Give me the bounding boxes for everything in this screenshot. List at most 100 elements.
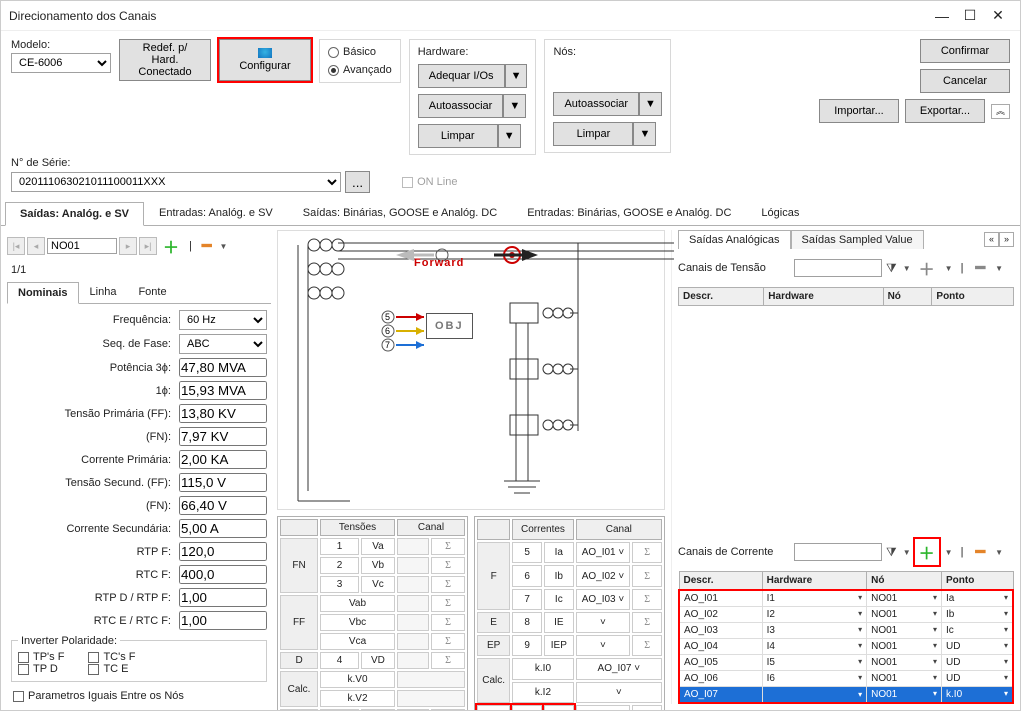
subtab-fonte[interactable]: Fonte [127, 281, 177, 303]
table-row: AO_I03I3NO01Ic [679, 623, 1013, 639]
tsfn-label: (FN): [11, 500, 175, 512]
nos-limpar-dropdown[interactable]: ▼ [633, 122, 656, 146]
basico-radio[interactable]: Básico [328, 46, 392, 58]
tce-checkbox[interactable]: TC E [88, 663, 135, 675]
hw-limpar-button[interactable]: Limpar [418, 124, 498, 148]
node-sep-icon: | [185, 239, 196, 253]
rtpd-input[interactable] [179, 588, 267, 607]
nos-autoassociar-button[interactable]: Autoassociar [553, 92, 639, 116]
hard-icon [258, 48, 272, 58]
minimize-button[interactable]: — [928, 8, 956, 24]
nos-autoassociar-dropdown[interactable]: ▼ [639, 92, 662, 116]
redef-hard-button[interactable]: Redef. p/ Hard. Conectado [119, 39, 211, 81]
tcsf-checkbox[interactable]: TC's F [88, 651, 135, 663]
maximize-button[interactable]: ☐ [956, 7, 984, 24]
serie-ellipsis-button[interactable]: ... [345, 171, 370, 193]
tab-saidas-binarias[interactable]: Saídas: Binárias, GOOSE e Analóg. DC [288, 201, 512, 225]
tab-saidas-analog[interactable]: Saídas: Analóg. e SV [5, 202, 144, 226]
tpfn-label: (FN): [11, 431, 175, 443]
cp-input[interactable] [179, 450, 267, 469]
hw-autoassociar-dropdown[interactable]: ▼ [503, 94, 526, 118]
adequar-button[interactable]: Adequar I/Os [418, 64, 505, 88]
hardware-label: Hardware: [418, 46, 528, 58]
table-row: AO_I06I6NO01UD [679, 671, 1013, 687]
corrente-label: Canais de Corrente [678, 546, 790, 558]
tpfn-input[interactable] [179, 427, 267, 446]
serie-select[interactable]: 020111063021011100011XXX [11, 172, 341, 192]
corrente-add-icon[interactable]: ＋ [915, 539, 939, 565]
importar-button[interactable]: Importar... [819, 99, 899, 123]
tab-entradas-analog[interactable]: Entradas: Analóg. e SV [144, 201, 288, 225]
tpd-checkbox[interactable]: TP D [18, 663, 64, 675]
nav-first-button[interactable]: |◂ [7, 237, 25, 255]
corrente-del-icon[interactable]: ━ [971, 541, 989, 563]
tensao-filter-input[interactable] [794, 259, 882, 277]
hw-limpar-dropdown[interactable]: ▼ [498, 124, 521, 148]
tpsf-checkbox[interactable]: TP's F [18, 651, 64, 663]
tensoes-table: TensõesCanal FN1VaΣ 2VbΣ 3VcΣ FFVabΣ Vbc… [277, 516, 468, 710]
nav-next-button[interactable]: ▸ [119, 237, 137, 255]
param-iguais-checkbox[interactable]: Parametros Iguais Entre os Nós [7, 686, 271, 706]
tsff-label: Tensão Secund. (FF): [11, 477, 175, 489]
correntes-table: CorrentesCanal F5IaAO_I01 ˅Σ 6IbAO_I02 ˅… [474, 516, 665, 710]
configurar-button[interactable]: Configurar [219, 39, 311, 81]
tensao-label: Canais de Tensão [678, 262, 790, 274]
seq-label: Seq. de Fase: [11, 338, 175, 350]
serie-label: N° de Série: [11, 157, 457, 169]
hw-autoassociar-button[interactable]: Autoassociar [418, 94, 504, 118]
rtab-scroll-left[interactable]: « [984, 232, 999, 247]
rtpf-input[interactable] [179, 542, 267, 561]
node-del-icon[interactable]: ━ [198, 235, 216, 257]
online-checkbox: ON Line [402, 176, 457, 188]
rtab-saidas-sampled[interactable]: Saídas Sampled Value [791, 230, 924, 249]
tensao-del-icon[interactable]: ━ [971, 257, 989, 279]
node-add-icon[interactable]: ＋ [159, 233, 183, 259]
exportar-button[interactable]: Exportar... [905, 99, 985, 123]
window-title: Direcionamento dos Canais [9, 9, 928, 23]
table-row: AO_I02I2NO01Ib [679, 607, 1013, 623]
tensao-filter-icon[interactable]: ⧩ [886, 261, 897, 276]
rtpd-label: RTP D / RTP F: [11, 592, 175, 604]
rtce-label: RTC E / RTC F: [11, 615, 175, 627]
nos-limpar-button[interactable]: Limpar [553, 122, 633, 146]
freq-select[interactable]: 60 Hz [179, 310, 267, 330]
corrente-table[interactable]: Descr.HardwareNóPonto AO_I01I1NO01Ia AO_… [678, 571, 1014, 704]
rtpf-label: RTP F: [11, 546, 175, 558]
node-dropdown-icon[interactable] [218, 240, 228, 252]
corrente-filter-icon[interactable]: ⧩ [886, 545, 897, 560]
tpff-input[interactable] [179, 404, 267, 423]
tensao-add-icon[interactable]: ＋ [915, 255, 939, 281]
nav-last-button[interactable]: ▸| [139, 237, 157, 255]
table-row-selected: AO_I07NO01k.I0 [679, 687, 1013, 704]
adequar-dropdown[interactable]: ▼ [505, 64, 528, 88]
cs-input[interactable] [179, 519, 267, 538]
tab-entradas-binarias[interactable]: Entradas: Binárias, GOOSE e Analóg. DC [512, 201, 746, 225]
tsfn-input[interactable] [179, 496, 267, 515]
rtab-saidas-analogicas[interactable]: Saídas Analógicas [678, 230, 791, 249]
circuit-diagram: 5 6 7 [277, 230, 665, 510]
rtcf-label: RTC F: [11, 569, 175, 581]
pot1-input[interactable] [179, 381, 267, 400]
close-button[interactable]: ✕ [984, 7, 1012, 24]
corrente-filter-input[interactable] [794, 543, 882, 561]
rtab-scroll-right[interactable]: » [999, 232, 1014, 247]
nav-prev-button[interactable]: ◂ [27, 237, 45, 255]
expand-chevrons-icon[interactable]: ︽ [991, 104, 1010, 119]
node-input[interactable] [47, 238, 117, 254]
modelo-select[interactable]: CE-6006 [11, 53, 111, 73]
tsff-input[interactable] [179, 473, 267, 492]
tab-logicas[interactable]: Lógicas [746, 201, 814, 225]
confirmar-button[interactable]: Confirmar [920, 39, 1010, 63]
rtcf-input[interactable] [179, 565, 267, 584]
subtab-linha[interactable]: Linha [79, 281, 128, 303]
subtab-nominais[interactable]: Nominais [7, 282, 79, 304]
pot3-input[interactable] [179, 358, 267, 377]
svg-text:7: 7 [385, 340, 390, 350]
table-row: AO_I05I5NO01UD [679, 655, 1013, 671]
cancelar-button[interactable]: Cancelar [920, 69, 1010, 93]
seq-select[interactable]: ABC [179, 334, 267, 354]
avancado-radio[interactable]: Avançado [328, 64, 392, 76]
rtce-input[interactable] [179, 611, 267, 630]
modelo-label: Modelo: [11, 39, 111, 51]
svg-text:6: 6 [385, 326, 390, 336]
